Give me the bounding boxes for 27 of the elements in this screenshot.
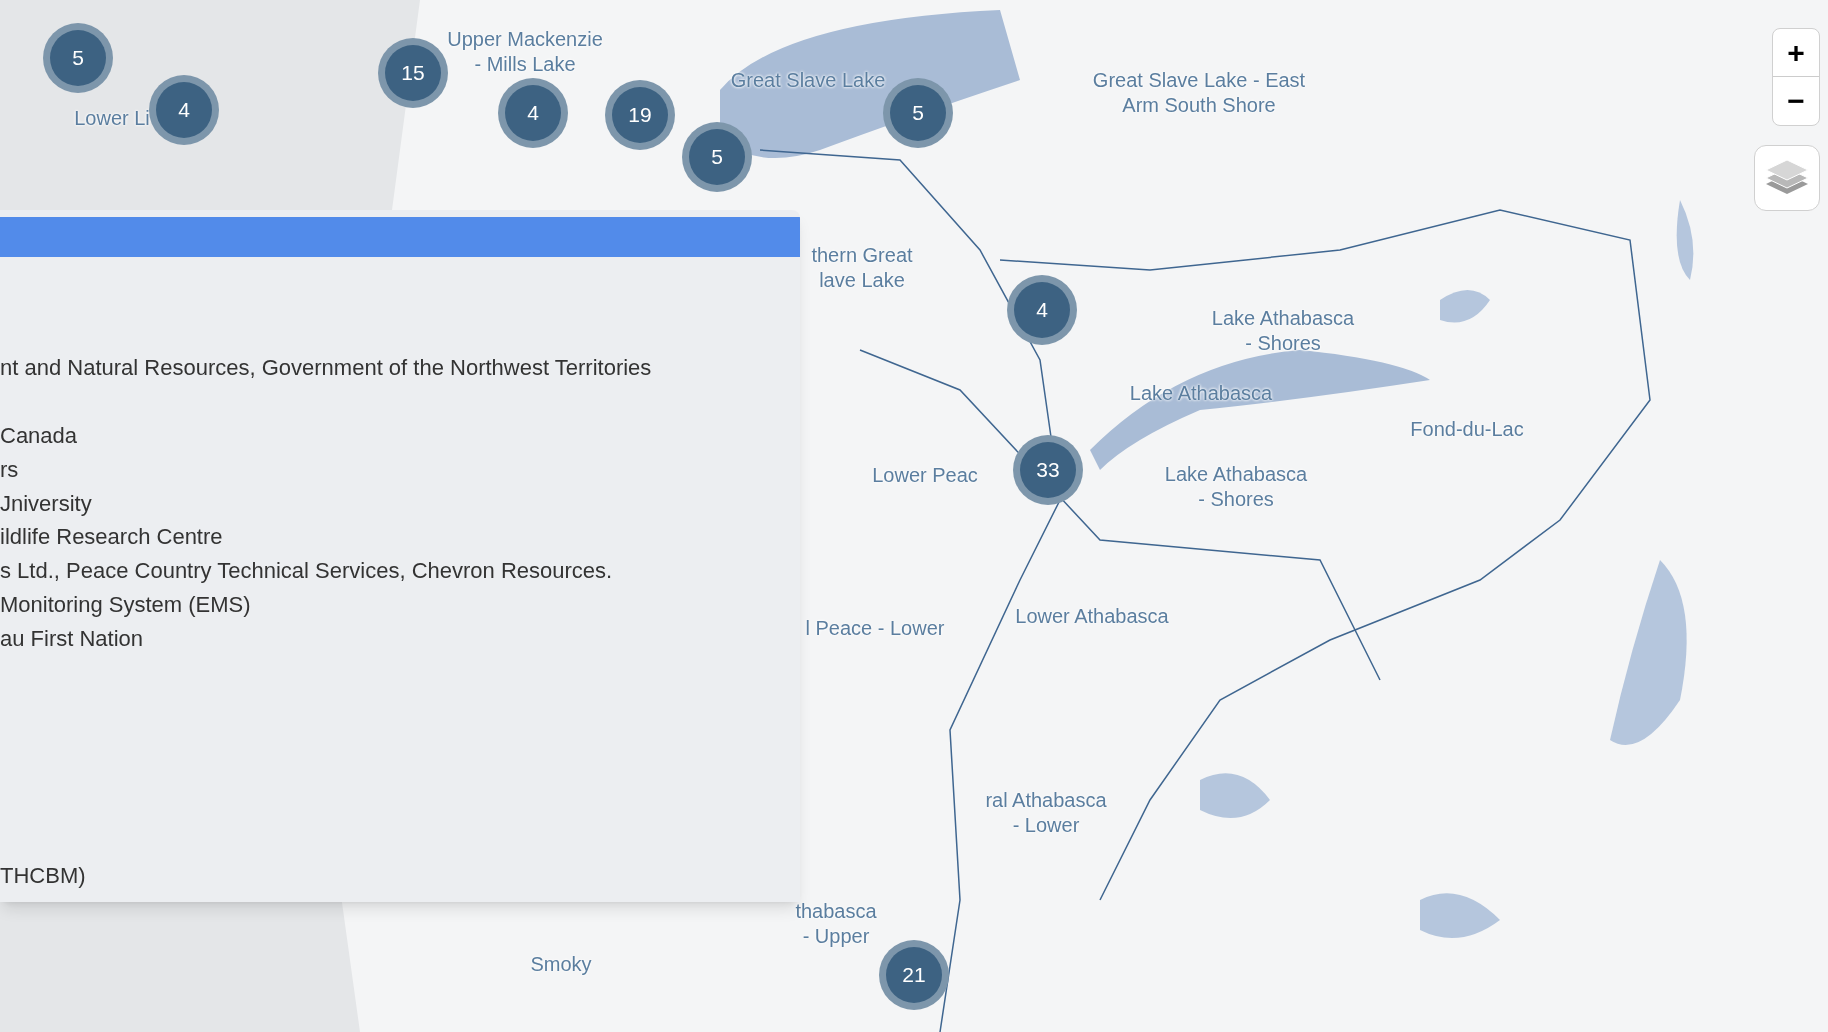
panel-text: nt and Natural Resources, Government of the Northwest Territories: [0, 353, 652, 382]
panel-text: THCBM): [0, 861, 86, 890]
panel-text: rs: [0, 455, 19, 484]
zoom-in-button[interactable]: +: [1773, 29, 1819, 77]
panel-text: Canada: [0, 421, 78, 450]
region-label: Lake Athabasca - Shores: [1211, 306, 1355, 356]
region-label: Upper Mackenzie - Mills Lake: [447, 27, 603, 77]
region-label: ral Athabasca - Lower: [985, 788, 1107, 838]
region-label: Fond-du-Lac: [1410, 416, 1524, 442]
panel-text: s Ltd., Peace Country Technical Services, Chevron Resources.: [0, 556, 613, 585]
region-label: Lower Peac: [872, 462, 978, 488]
region-label: Lower Athabasca: [1015, 603, 1169, 629]
region-label: Lake Athabasca: [1129, 380, 1273, 406]
panel-text: ildlife Research Centre: [0, 522, 223, 551]
layers-button[interactable]: [1754, 145, 1820, 211]
region-label: l Peace - Lower: [805, 615, 945, 641]
region-label: Lower Li: [74, 105, 150, 131]
region-label: thabasca - Upper: [795, 899, 877, 949]
panel-text: Jniversity: [0, 489, 92, 518]
zoom-out-button[interactable]: −: [1773, 77, 1819, 125]
region-label: Great Slave Lake: [730, 67, 886, 93]
panel-text: Monitoring System (EMS): [0, 590, 251, 619]
region-label: Great Slave Lake - East Arm South Shore: [1092, 68, 1306, 118]
region-label: Lake Athabasca - Shores: [1164, 462, 1308, 512]
panel-text: au First Nation: [0, 624, 144, 653]
region-label: thern Great lave Lake: [811, 243, 913, 293]
region-label: Smoky: [530, 951, 592, 977]
